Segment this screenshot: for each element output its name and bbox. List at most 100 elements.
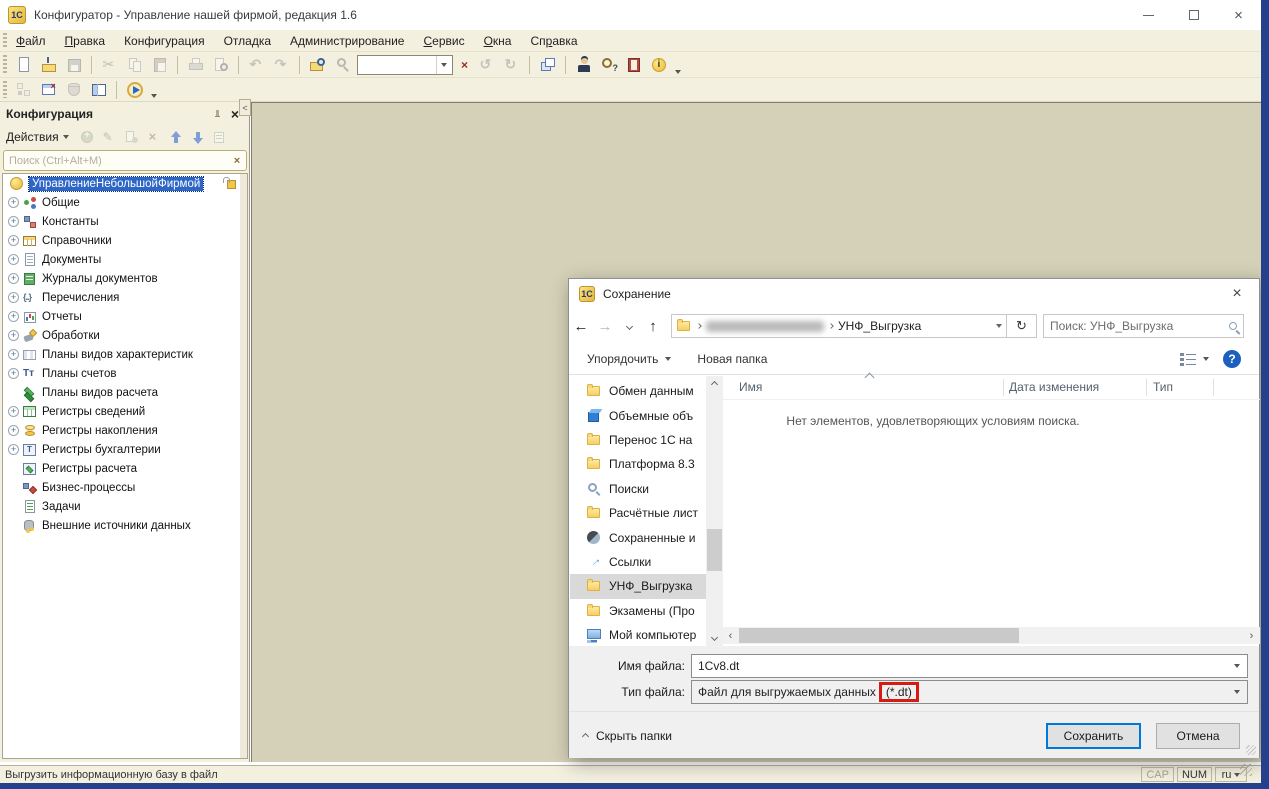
sidebar-folder-item[interactable]: Ссылки bbox=[570, 550, 706, 574]
address-bar[interactable]: УНФ_Выгрузка bbox=[671, 314, 1007, 338]
tree-item[interactable]: + Регистры накопления bbox=[3, 421, 247, 440]
scrollbar-thumb[interactable] bbox=[707, 529, 722, 571]
paste-button[interactable] bbox=[148, 54, 171, 76]
back-button[interactable]: ← bbox=[569, 314, 593, 338]
resize-grip[interactable] bbox=[1240, 764, 1252, 776]
tree-item[interactable]: + Общие bbox=[3, 193, 247, 212]
sidebar-folder-item[interactable]: УНФ_Выгрузка bbox=[570, 574, 706, 599]
address-dropdown-icon[interactable] bbox=[996, 324, 1002, 328]
tree-item[interactable]: + Отчеты bbox=[3, 307, 247, 326]
toolbar-search-combobox[interactable] bbox=[357, 54, 453, 75]
debug-dropdown-icon[interactable] bbox=[151, 94, 157, 98]
tree-item[interactable]: + Регистры сведений bbox=[3, 402, 247, 421]
tree-item[interactable]: + Справочники bbox=[3, 231, 247, 250]
recent-locations-button[interactable] bbox=[617, 314, 641, 338]
search-next-button[interactable] bbox=[500, 54, 523, 76]
filetype-combobox[interactable]: Файл для выгружаемых данных (*.dt) bbox=[691, 680, 1248, 704]
maximize-button[interactable] bbox=[1171, 0, 1216, 30]
dialog-close-button[interactable]: × bbox=[1215, 279, 1259, 309]
column-divider[interactable] bbox=[1213, 379, 1214, 396]
view-mode-button[interactable] bbox=[1180, 352, 1209, 366]
toolbar-overflow-icon[interactable] bbox=[675, 70, 681, 74]
zoom-button[interactable] bbox=[331, 54, 354, 76]
help-search-button[interactable] bbox=[597, 54, 620, 76]
cut-button[interactable] bbox=[98, 54, 121, 76]
tree-item[interactable]: + Внешние источники данных bbox=[3, 516, 247, 535]
refresh-button[interactable]: ↻ bbox=[1007, 314, 1037, 338]
tree-search-input[interactable] bbox=[4, 154, 228, 167]
tree-item[interactable]: + Обработки bbox=[3, 326, 247, 345]
move-up-button[interactable] bbox=[166, 128, 185, 146]
print-preview-button[interactable] bbox=[209, 54, 232, 76]
column-name[interactable]: Имя bbox=[739, 380, 762, 394]
sidebar-folder-item[interactable]: Платформа 8.3 bbox=[570, 452, 706, 476]
save-button[interactable] bbox=[62, 54, 85, 76]
scroll-up-button[interactable] bbox=[706, 376, 723, 393]
menu-edit[interactable]: Правка bbox=[65, 34, 106, 48]
toolbar-search-input[interactable] bbox=[358, 56, 436, 73]
expand-icon[interactable]: + bbox=[8, 197, 19, 208]
sidebar-folder-item[interactable]: Расчётные лист bbox=[570, 501, 706, 525]
pin-icon[interactable] bbox=[213, 109, 223, 119]
add-button[interactable] bbox=[78, 128, 97, 146]
edit-button[interactable] bbox=[100, 128, 119, 146]
sidebar-folder-item[interactable]: Экзамены (Про bbox=[570, 599, 706, 623]
filename-combobox[interactable]: 1Cv8.dt bbox=[691, 654, 1248, 678]
sidebar-folder-item[interactable]: Поиски bbox=[570, 477, 706, 501]
sidebar-folder-item[interactable]: Мой компьютер bbox=[570, 623, 706, 643]
about-button[interactable] bbox=[647, 54, 670, 76]
new-folder-button[interactable]: Новая папка bbox=[697, 352, 767, 366]
breadcrumb-current-folder[interactable]: УНФ_Выгрузка bbox=[838, 319, 921, 333]
column-divider[interactable] bbox=[1146, 379, 1147, 396]
tree-item[interactable]: + Задачи bbox=[3, 497, 247, 516]
expand-icon[interactable]: + bbox=[8, 425, 19, 436]
minimize-button[interactable] bbox=[1126, 0, 1171, 30]
tree-item[interactable]: + Планы видов расчета bbox=[3, 383, 247, 402]
tree-item[interactable]: + Бизнес-процессы bbox=[3, 478, 247, 497]
combo-dropdown-button[interactable] bbox=[436, 55, 450, 74]
hide-folders-button[interactable]: Скрыть папки bbox=[581, 729, 672, 743]
expand-icon[interactable]: + bbox=[8, 311, 19, 322]
horizontal-scrollbar[interactable]: ‹ › bbox=[723, 627, 1260, 644]
scroll-right-button[interactable]: › bbox=[1244, 630, 1259, 642]
database-button[interactable] bbox=[62, 79, 85, 101]
sidebar-folder-item[interactable]: Обмен данным bbox=[570, 379, 706, 403]
menu-service[interactable]: Сервис bbox=[423, 34, 464, 48]
dialog-search-box[interactable]: Поиск: УНФ_Выгрузка bbox=[1043, 314, 1244, 338]
tree-item[interactable]: + Константы bbox=[3, 212, 247, 231]
sidebar-scrollbar[interactable] bbox=[706, 376, 723, 646]
show-in-list-button[interactable] bbox=[210, 128, 229, 146]
tree-item[interactable]: + Журналы документов bbox=[3, 269, 247, 288]
save-button[interactable]: Сохранить bbox=[1046, 723, 1141, 749]
expand-icon[interactable]: + bbox=[8, 292, 19, 303]
delete-button[interactable] bbox=[144, 128, 163, 146]
sidebar-folder-item[interactable]: Объемные объ bbox=[570, 403, 706, 427]
expand-icon[interactable]: + bbox=[8, 406, 19, 417]
close-button[interactable]: × bbox=[1216, 0, 1261, 30]
toolbar-grip[interactable] bbox=[3, 55, 7, 74]
tree-root-item[interactable]: УправлениеНебольшойФирмой bbox=[3, 174, 247, 193]
exchange-table-button[interactable] bbox=[87, 79, 110, 101]
organize-button[interactable]: Упорядочить bbox=[587, 352, 672, 366]
clear-icon[interactable]: × bbox=[228, 155, 246, 167]
tree-scrollbar[interactable] bbox=[240, 174, 247, 758]
column-type[interactable]: Тип bbox=[1153, 380, 1173, 394]
configuration-tree-button[interactable] bbox=[12, 79, 35, 101]
toolbar-grip[interactable] bbox=[3, 33, 7, 48]
copy-window-button[interactable] bbox=[536, 54, 559, 76]
expand-icon[interactable]: + bbox=[8, 254, 19, 265]
redo-button[interactable] bbox=[270, 54, 293, 76]
dialog-resize-grip[interactable] bbox=[1246, 745, 1256, 755]
menu-help[interactable]: Справка bbox=[530, 34, 577, 48]
cancel-button[interactable]: Отмена bbox=[1156, 723, 1240, 749]
up-button[interactable]: ↑ bbox=[641, 314, 665, 338]
menu-configuration[interactable]: Конфигурация bbox=[124, 34, 205, 48]
start-debugging-button[interactable] bbox=[123, 79, 146, 101]
tree-item[interactable]: + Перечисления bbox=[3, 288, 247, 307]
print-button[interactable] bbox=[184, 54, 207, 76]
sidebar-folder-item[interactable]: Сохраненные и bbox=[570, 525, 706, 549]
sidebar-folder-item[interactable]: Перенос 1С на bbox=[570, 428, 706, 452]
expand-icon[interactable]: + bbox=[8, 444, 19, 455]
new-document-button[interactable] bbox=[12, 54, 35, 76]
toolbar-grip[interactable] bbox=[3, 81, 7, 98]
